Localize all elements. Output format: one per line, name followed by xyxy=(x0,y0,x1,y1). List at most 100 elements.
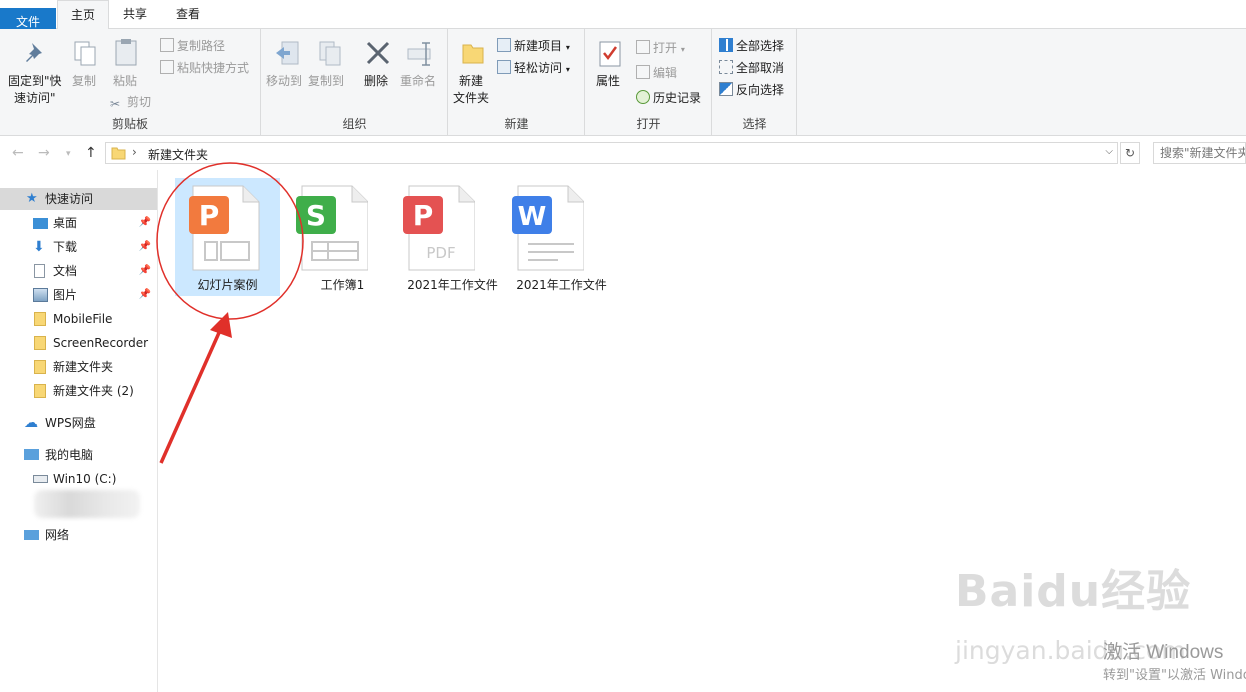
properties-label: 属性 xyxy=(596,74,621,88)
pin-icon: 📌 xyxy=(138,265,151,276)
sidebar-item-desktop[interactable]: 桌面 📌 xyxy=(0,212,157,234)
up-arrow-icon[interactable]: ↑ xyxy=(85,145,97,161)
sidebar-item-wps-cloud[interactable]: ☁ WPS网盘 xyxy=(0,412,157,434)
refresh-icon[interactable]: ↻ xyxy=(1120,142,1140,164)
move-to-button[interactable]: 移动到 xyxy=(266,35,306,97)
sidebar-item-label: 我的电脑 xyxy=(45,448,94,462)
file-item-doc[interactable]: W 2021年工作文件 xyxy=(504,178,619,296)
sidebar-item-label: Win10 (C:) xyxy=(53,472,117,486)
rename-button[interactable]: 重命名 xyxy=(400,35,440,97)
tab-share[interactable]: 共享 xyxy=(110,0,160,29)
sidebar-item-label: 桌面 xyxy=(53,216,78,230)
sidebar-item-this-pc[interactable]: 我的电脑 xyxy=(0,444,157,466)
folder-icon xyxy=(111,147,126,160)
pdf-label-icon: PDF xyxy=(426,244,455,262)
address-bar-row: ← → ▾ ↑ › 新建文件夹 ⌵ ↻ 搜索"新建文件夹" xyxy=(0,137,1246,169)
folder-icon xyxy=(34,360,46,374)
group-open: 属性 打开 ▾ 编辑 历史记录 打开 xyxy=(586,29,712,136)
group-clipboard: 固定到"快 速访问" 复制 粘贴 复制路径 粘贴快捷方式 ✂ 剪切 剪贴板 xyxy=(0,29,261,136)
paste-button[interactable]: 粘贴 xyxy=(110,35,140,95)
address-path[interactable]: 新建文件夹 xyxy=(148,146,208,163)
sidebar-item-label: MobileFile xyxy=(53,312,113,326)
desktop-icon xyxy=(33,218,48,229)
select-none-icon xyxy=(719,60,733,74)
pin-quick-access-button[interactable]: 固定到"快 速访问" xyxy=(4,35,66,105)
pdf-file-icon: P PDF xyxy=(403,185,475,271)
file-item-pdf[interactable]: P PDF 2021年工作文件 xyxy=(395,178,510,296)
rename-icon xyxy=(407,42,431,66)
computer-icon xyxy=(24,449,39,460)
file-type-letter: P xyxy=(413,199,434,232)
file-name: 2021年工作文件 xyxy=(407,278,498,292)
new-folder-label-1: 新建 xyxy=(459,74,484,88)
properties-icon xyxy=(599,41,621,67)
chevron-down-icon: ▾ xyxy=(565,43,570,52)
folder-icon xyxy=(34,384,46,398)
delete-button[interactable]: 删除 xyxy=(362,35,392,97)
pin-label-1: 固定到"快 xyxy=(8,74,62,88)
search-input[interactable]: 搜索"新建文件夹" xyxy=(1153,142,1246,164)
activation-subtitle: 转到"设置"以激活 Windows。 xyxy=(1103,668,1246,683)
invert-selection-button[interactable]: 反向选择 xyxy=(719,81,784,98)
sidebar-item-downloads[interactable]: ⬇ 下载 📌 xyxy=(0,236,157,258)
navigation-pane: ★ 快速访问 桌面 📌 ⬇ 下载 📌 文档 📌 图片 📌 MobileFile xyxy=(0,170,158,692)
select-none-button[interactable]: 全部取消 xyxy=(719,59,784,76)
address-box[interactable]: › 新建文件夹 ⌵ xyxy=(105,142,1118,164)
copy-to-button[interactable]: 复制到 xyxy=(308,35,348,97)
group-label-select: 选择 xyxy=(742,117,767,131)
file-item-xls[interactable]: S 工作簿1 xyxy=(290,178,395,296)
tab-view[interactable]: 查看 xyxy=(163,0,213,29)
select-none-label: 全部取消 xyxy=(736,61,785,75)
sidebar-item-folder[interactable]: ScreenRecorder xyxy=(0,332,157,354)
folder-icon xyxy=(34,312,46,326)
sidebar-item-folder[interactable]: 新建文件夹 (2) xyxy=(0,380,157,402)
pin-icon: 📌 xyxy=(138,289,151,300)
word-file-icon: W xyxy=(512,185,584,271)
paste-shortcut-button[interactable]: 粘贴快捷方式 xyxy=(160,59,249,76)
delete-x-icon xyxy=(366,41,390,65)
copy-icon xyxy=(74,41,96,66)
open-button[interactable]: 打开 ▾ xyxy=(636,39,685,56)
sidebar-item-documents[interactable]: 文档 📌 xyxy=(0,260,157,282)
copy-button[interactable]: 复制 xyxy=(70,35,100,95)
edit-button[interactable]: 编辑 xyxy=(636,64,677,81)
download-arrow-icon: ⬇ xyxy=(33,239,45,255)
scissors-icon: ✂ xyxy=(110,97,121,111)
drive-icon xyxy=(33,475,48,483)
back-arrow-icon[interactable]: ← xyxy=(12,145,24,161)
easy-access-button[interactable]: 轻松访问 ▾ xyxy=(497,59,570,76)
activation-title: 激活 Windows xyxy=(1103,642,1224,663)
group-label-clipboard: 剪贴板 xyxy=(111,117,148,131)
sidebar-item-label: 新建文件夹 (2) xyxy=(53,384,134,398)
sidebar-item-folder[interactable]: MobileFile xyxy=(0,308,157,330)
edit-icon xyxy=(636,65,650,79)
tab-home[interactable]: 主页 xyxy=(57,0,109,30)
select-all-button[interactable]: 全部选择 xyxy=(719,37,784,54)
new-item-button[interactable]: 新建项目 ▾ xyxy=(497,37,570,54)
file-item-ppt[interactable]: P 幻灯片案例 xyxy=(175,178,280,296)
sidebar-item-drive-c[interactable]: Win10 (C:) xyxy=(0,468,157,490)
sidebar-item-label: ScreenRecorder xyxy=(53,336,149,350)
properties-button[interactable]: 属性 xyxy=(592,35,626,105)
sidebar-item-label: 网络 xyxy=(45,528,70,542)
address-dropdown-icon[interactable]: ⌵ xyxy=(1105,146,1113,157)
sidebar-item-network[interactable]: 网络 xyxy=(0,524,157,546)
group-label-new: 新建 xyxy=(504,117,529,131)
new-folder-button[interactable]: 新建 文件夹 xyxy=(451,35,495,107)
recent-locations-chevron-icon[interactable]: ▾ xyxy=(66,149,71,159)
forward-arrow-icon[interactable]: → xyxy=(38,145,50,161)
group-label-organize: 组织 xyxy=(342,117,367,131)
history-button[interactable]: 历史记录 xyxy=(636,89,701,106)
move-to-label: 移动到 xyxy=(266,74,303,88)
copy-path-label: 复制路径 xyxy=(177,39,226,53)
sidebar-item-pictures[interactable]: 图片 📌 xyxy=(0,284,157,306)
cut-button[interactable]: ✂ 剪切 xyxy=(110,93,151,111)
copy-path-button[interactable]: 复制路径 xyxy=(160,37,225,54)
paste-shortcut-icon xyxy=(160,60,174,74)
sidebar-item-quick-access[interactable]: ★ 快速访问 xyxy=(0,188,157,210)
edit-label: 编辑 xyxy=(653,66,678,80)
rename-label: 重命名 xyxy=(400,74,437,88)
sidebar-item-folder[interactable]: 新建文件夹 xyxy=(0,356,157,378)
open-icon xyxy=(636,40,650,54)
folder-icon xyxy=(34,336,46,350)
